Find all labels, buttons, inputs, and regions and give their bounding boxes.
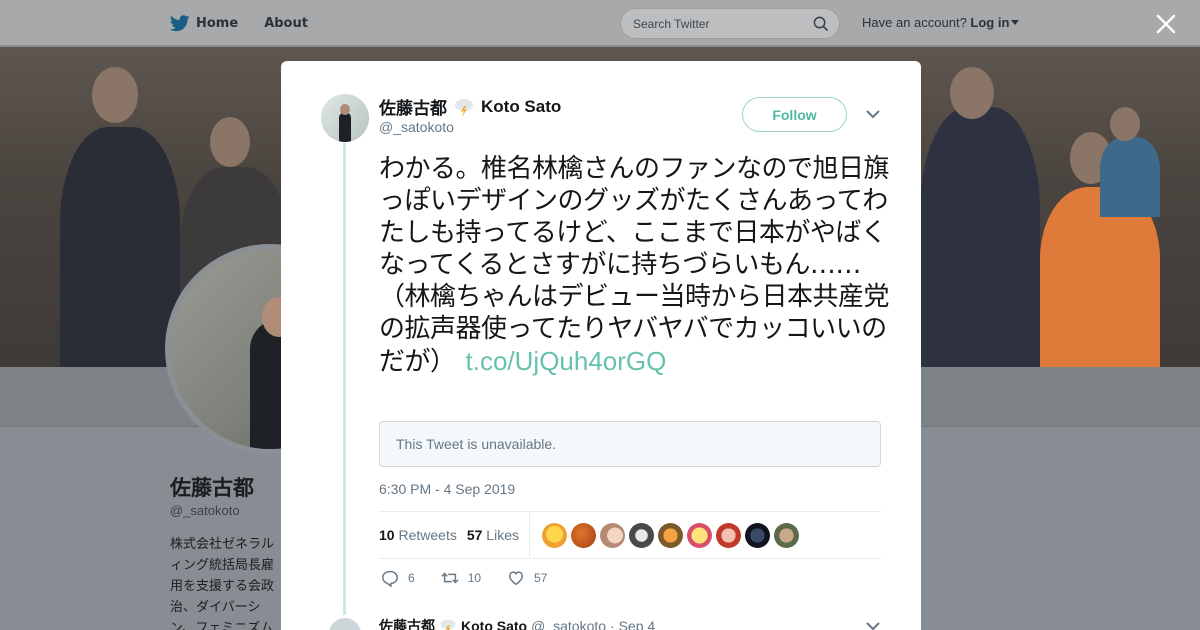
banner-figure-head <box>210 117 250 167</box>
likes-label: Likes <box>486 527 519 543</box>
avatar-photo-figure <box>339 112 351 142</box>
liker-avatars <box>541 522 799 548</box>
tweet-author-row[interactable]: 佐藤古都 Koto Sato <box>379 94 561 119</box>
nav-home-label: Home <box>196 15 239 31</box>
reply-count: 6 <box>408 571 415 585</box>
tweet-text: わかる。椎名林檎さんのファンなので旭日旗っぽいデザインのグッズがたくさんあってわ… <box>379 154 890 377</box>
retweets-count: 10 <box>379 527 395 543</box>
liker-avatar[interactable] <box>570 522 596 548</box>
search-input[interactable] <box>621 9 801 38</box>
account-prompt-text: Have an account? <box>862 15 967 30</box>
banner-figure <box>1100 137 1160 217</box>
profile-bio: 株式会社ゼネラルィング統括局長雇用を支援する会政治、ダイバーシン、フェミニズム <box>170 537 275 630</box>
quoted-tweet-unavailable: This Tweet is unavailable. <box>379 421 881 467</box>
tweet-author-name: 佐藤古都 <box>379 99 447 118</box>
reply-icon <box>382 570 398 587</box>
tweet-modal: 佐藤古都 Koto Sato @_satokoto Follow わかる。椎名林… <box>281 61 921 630</box>
retweet-icon <box>441 572 459 584</box>
chevron-down-icon[interactable] <box>1011 20 1020 25</box>
liker-avatar[interactable] <box>744 522 770 548</box>
twitter-bird-icon <box>170 14 190 31</box>
banner-figure-head <box>1110 107 1140 141</box>
tweet-link[interactable]: t.co/UjQuh4orGQ <box>466 346 667 376</box>
liker-avatar[interactable] <box>599 522 625 548</box>
thunder-cloud-icon <box>440 619 456 630</box>
retweets-stat[interactable]: 10 Retweets <box>379 527 457 543</box>
profile-handle: @_satokoto <box>170 503 240 518</box>
tweet-avatar[interactable] <box>321 94 369 142</box>
liker-avatar[interactable] <box>657 522 683 548</box>
reply-avatar[interactable] <box>329 618 361 630</box>
reply-header[interactable]: 佐藤古都 Koto Sato @_satokoto · Sep 4 <box>379 616 655 630</box>
liker-avatar[interactable] <box>773 522 799 548</box>
search-box <box>620 8 840 39</box>
tweet-author-name-latin: Koto Sato <box>481 96 562 116</box>
liker-avatar[interactable] <box>686 522 712 548</box>
banner-figure <box>60 127 180 367</box>
reply-author-name-latin: Koto Sato <box>461 618 528 630</box>
chevron-down-icon[interactable] <box>866 109 880 119</box>
tweet-author-handle[interactable]: @_satokoto <box>379 119 454 135</box>
avatar-photo-face <box>340 104 350 115</box>
retweet-action-count: 10 <box>467 571 482 585</box>
profile-name: 佐藤古都 <box>170 477 254 500</box>
like-action-count: 57 <box>534 571 548 585</box>
banner-figure-head <box>950 67 994 119</box>
likes-count: 57 <box>466 527 483 543</box>
tweet-stats: 10 Retweets 57 Likes <box>379 511 881 559</box>
like-action[interactable]: 57 <box>507 569 547 587</box>
reply-date: · Sep 4 <box>610 618 656 630</box>
banner-figure-head <box>92 67 138 123</box>
search-icon[interactable] <box>813 16 828 31</box>
liker-avatar[interactable] <box>715 522 741 548</box>
top-nav: Home About Have an account? Log in <box>0 0 1200 46</box>
tweet-text-block: わかる。椎名林檎さんのファンなので旭日旗っぽいデザインのグッズがたくさんあってわ… <box>379 153 890 378</box>
liker-avatar[interactable] <box>541 522 567 548</box>
account-prompt: Have an account? Log in <box>862 15 1020 30</box>
reply-author-name: 佐藤古都 <box>379 618 435 630</box>
nav-home[interactable]: Home <box>170 14 239 32</box>
liker-avatar[interactable] <box>628 522 654 548</box>
follow-button[interactable]: Follow <box>742 97 847 132</box>
login-link[interactable]: Log in <box>970 15 1009 30</box>
stats-divider <box>528 511 530 559</box>
thunder-cloud-icon <box>455 98 473 117</box>
tweet-timestamp[interactable]: 6:30 PM - 4 Sep 2019 <box>379 481 515 497</box>
nav-about[interactable]: About <box>264 16 308 31</box>
nav-about-label: About <box>264 15 308 31</box>
banner-figure <box>920 107 1040 367</box>
tweet-actions: 6 10 57 <box>381 569 573 587</box>
close-icon[interactable] <box>1155 13 1177 35</box>
reply-author-handle: @_satokoto <box>531 618 607 630</box>
likes-stat[interactable]: 57 Likes <box>467 527 519 543</box>
reply-action[interactable]: 6 <box>381 569 415 587</box>
nav-left: Home About <box>170 0 328 46</box>
heart-icon <box>509 571 524 586</box>
retweet-action[interactable]: 10 <box>441 569 481 587</box>
retweets-label: Retweets <box>398 527 457 543</box>
chevron-down-icon[interactable] <box>866 621 880 630</box>
thread-line <box>343 143 346 615</box>
